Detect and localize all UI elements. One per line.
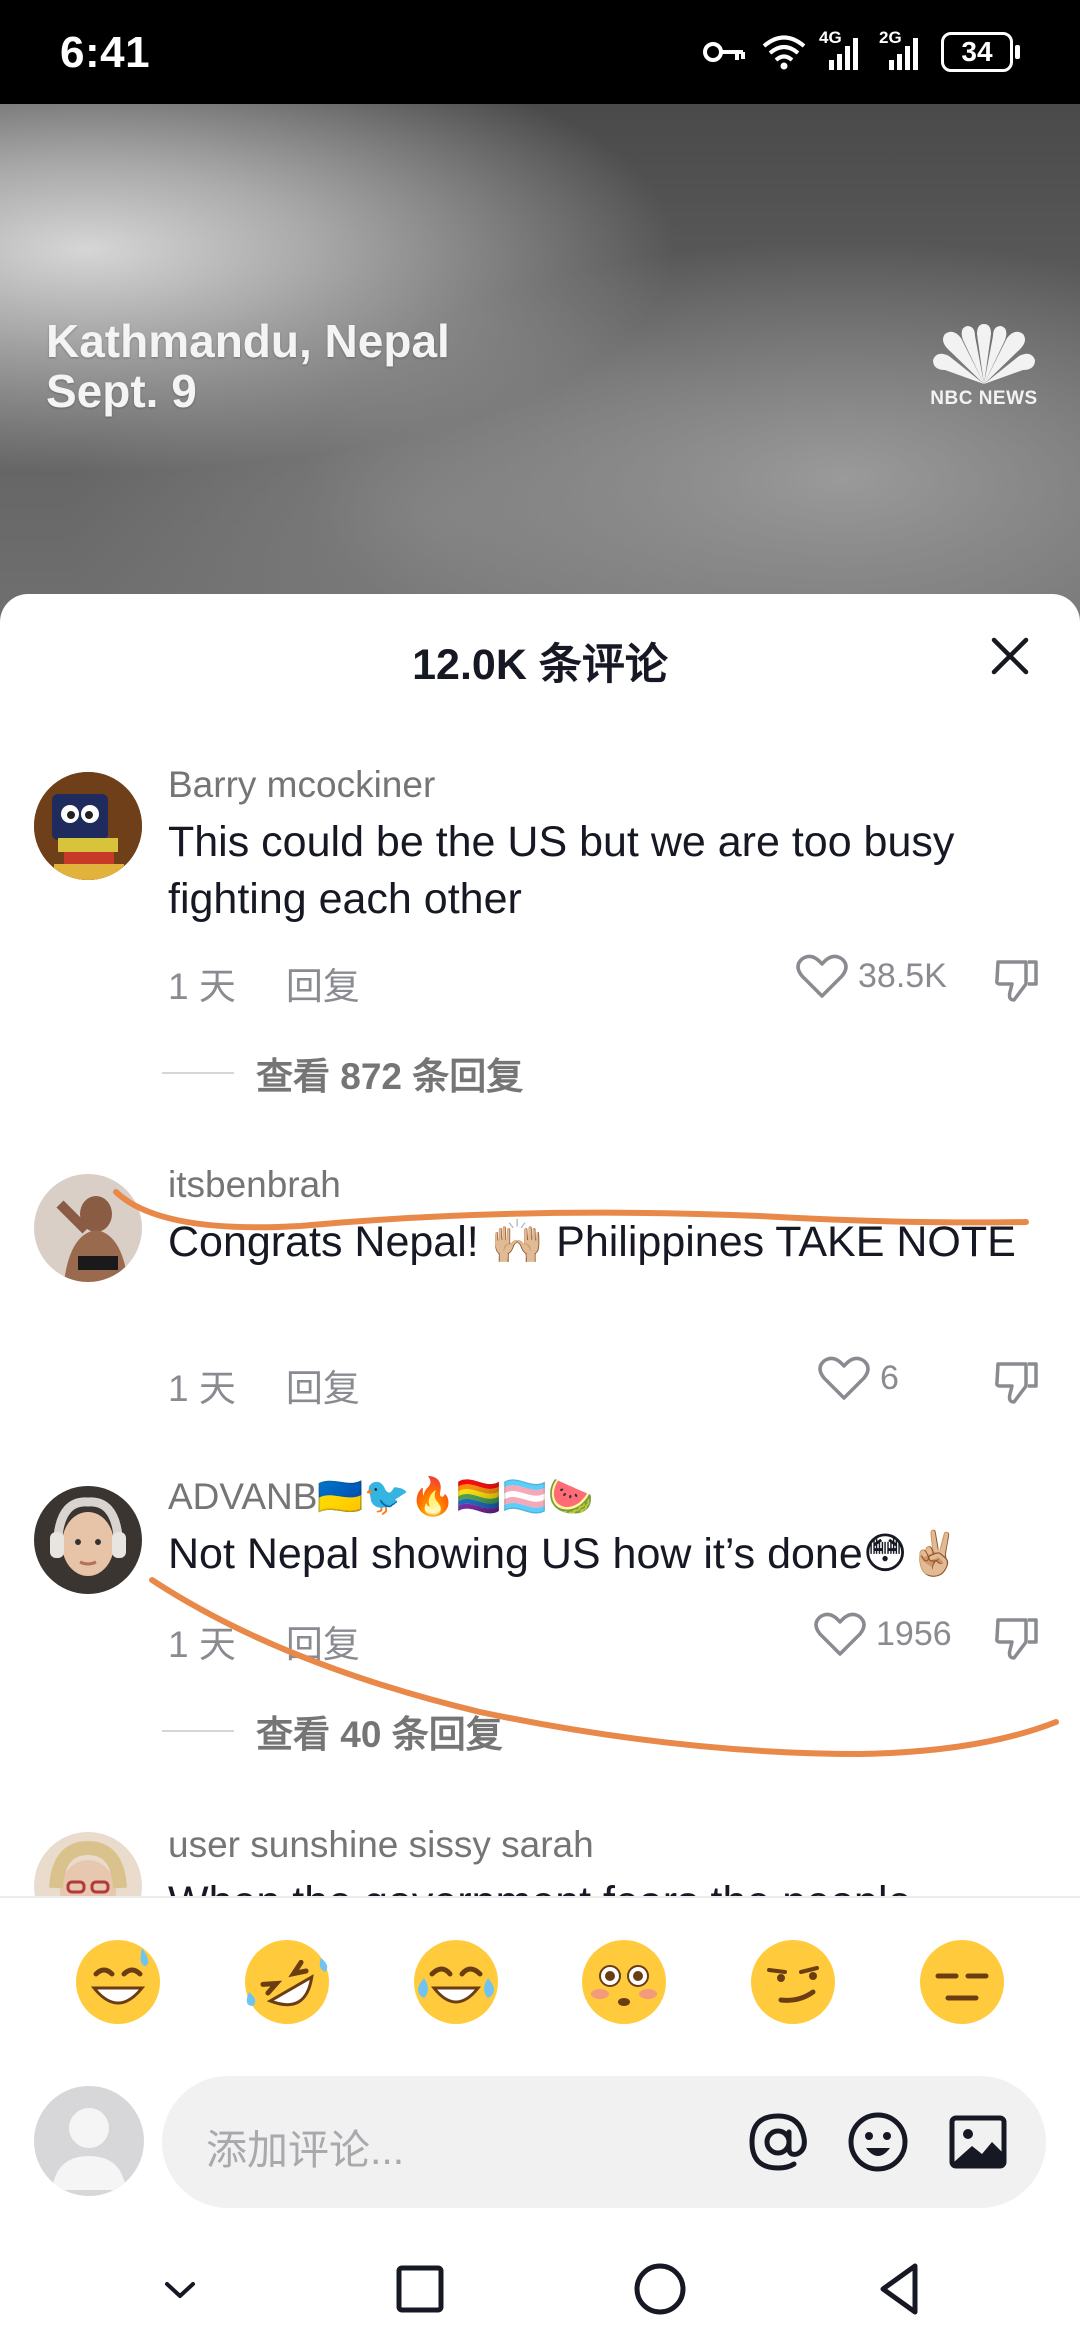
- battery-icon: 34: [941, 32, 1020, 72]
- close-icon: [991, 637, 1029, 675]
- comment-username[interactable]: Barry mcockiner: [168, 764, 435, 806]
- collapse-button[interactable]: [145, 2254, 215, 2324]
- comment-username[interactable]: user sunshine sissy sarah: [168, 1824, 594, 1866]
- like-count: 6: [880, 1358, 899, 1397]
- dislike-button[interactable]: [992, 1612, 1042, 1662]
- expressionless-emoji[interactable]: [916, 1936, 1008, 2028]
- recents-button[interactable]: [385, 2254, 455, 2324]
- reply-button[interactable]: 回复: [286, 956, 360, 1010]
- avatar[interactable]: [34, 1486, 142, 1594]
- home-button[interactable]: [625, 2254, 695, 2324]
- like-count: 38.5K: [858, 956, 947, 995]
- recents-icon: [396, 2265, 444, 2313]
- signal-2g: 2G: [879, 28, 927, 72]
- replies-divider: [162, 1730, 234, 1732]
- logo-text: NBC NEWS: [930, 388, 1038, 409]
- comment-text: Not Nepal showing US how it’s done😳✌🏼: [168, 1530, 962, 1578]
- image-upload-button[interactable]: [944, 2108, 1012, 2176]
- video-caption: Kathmandu, Nepal Sept. 9: [46, 316, 450, 416]
- view-replies-button[interactable]: 查看 40 条回复: [162, 1704, 503, 1758]
- dislike-button[interactable]: [992, 1356, 1042, 1406]
- at-mention-button[interactable]: [744, 2108, 812, 2176]
- system-nav-bar: [0, 2236, 1080, 2340]
- key-icon: [703, 42, 745, 62]
- view-replies-label: 查看 40 条回复: [256, 1714, 503, 1755]
- joy-emoji[interactable]: [410, 1936, 502, 2028]
- home-icon: [634, 2263, 686, 2315]
- comment-input-placeholder: 添加评论...: [206, 2127, 405, 2173]
- smirk-emoji[interactable]: [747, 1936, 839, 2028]
- like-count: 1956: [876, 1614, 952, 1653]
- quick-emoji-bar: [0, 1936, 1080, 2028]
- dislike-button[interactable]: [992, 954, 1042, 1004]
- image-icon: [949, 2115, 1007, 2169]
- comment-username[interactable]: ADVANB🇺🇦🐦🔥🏳️‍🌈🏳️‍⚧️🍉: [168, 1476, 594, 1519]
- reply-button[interactable]: 回复: [286, 1614, 360, 1668]
- reply-button[interactable]: 回复: [286, 1358, 360, 1412]
- comment-text: Congrats Nepal! 🙌🏼 Philippines TAKE NOTE: [168, 1218, 1016, 1266]
- avatar[interactable]: [34, 1174, 142, 1282]
- view-replies-label: 查看 872 条回复: [256, 1056, 524, 1097]
- comment-text: This could be the US but we are too busy…: [168, 818, 955, 923]
- thumbs-down-icon: [995, 1618, 1038, 1660]
- heart-icon: [818, 1356, 870, 1400]
- like-button[interactable]: 38.5K: [796, 952, 947, 1000]
- comment-time: 1 天: [168, 966, 236, 1007]
- caption-date: Sept. 9: [46, 365, 197, 417]
- thumbs-down-icon: [995, 960, 1038, 1002]
- chevron-down-icon: [165, 2282, 195, 2298]
- battery-level: 34: [941, 32, 1013, 72]
- thumbs-down-icon: [995, 1362, 1038, 1404]
- comment-input[interactable]: 添加评论...: [162, 2076, 1046, 2208]
- bottom-panel: 添加评论...: [0, 1896, 1080, 2340]
- caption-location: Kathmandu, Nepal: [46, 315, 450, 367]
- back-icon: [880, 2263, 918, 2315]
- heart-icon: [796, 954, 848, 998]
- rofl-emoji[interactable]: [241, 1936, 333, 2028]
- nbc-news-logo: NBC NEWS: [922, 322, 1046, 410]
- avatar[interactable]: [34, 772, 142, 880]
- peacock-icon: [933, 324, 1035, 384]
- like-button[interactable]: 6: [818, 1354, 899, 1402]
- status-icons: 4G 2G 34: [701, 28, 1020, 76]
- comment-input-row: 添加评论...: [34, 2076, 1046, 2208]
- video-player[interactable]: Kathmandu, Nepal Sept. 9 NBC NEWS: [0, 104, 1080, 624]
- emoji-picker-button[interactable]: [844, 2108, 912, 2176]
- wifi-icon: [762, 35, 806, 70]
- comment-meta: 1 天 回复: [168, 1358, 360, 1412]
- emoji-icon: [848, 2112, 908, 2172]
- comment-meta: 1 天 回复: [168, 1614, 360, 1668]
- comment-time: 1 天: [168, 1368, 236, 1409]
- status-time: 6:41: [60, 28, 151, 77]
- replies-divider: [162, 1072, 234, 1074]
- back-button[interactable]: [865, 2254, 935, 2324]
- flushed-emoji[interactable]: [578, 1936, 670, 2028]
- comment-meta: 1 天 回复: [168, 956, 360, 1010]
- signal-4g: 4G: [819, 28, 867, 72]
- comments-count-title: 12.0K 条评论: [412, 641, 668, 689]
- like-button[interactable]: 1956: [814, 1610, 952, 1658]
- comment-time: 1 天: [168, 1624, 236, 1665]
- status-bar: 6:41 4G 2G 34: [0, 0, 1080, 104]
- sweat-smile-emoji[interactable]: [72, 1936, 164, 2028]
- close-button[interactable]: [984, 630, 1036, 682]
- my-avatar[interactable]: [34, 2086, 144, 2196]
- at-icon: [749, 2113, 807, 2171]
- heart-icon: [814, 1612, 866, 1656]
- comment-username[interactable]: itsbenbrah: [168, 1164, 341, 1206]
- view-replies-button[interactable]: 查看 872 条回复: [162, 1046, 523, 1100]
